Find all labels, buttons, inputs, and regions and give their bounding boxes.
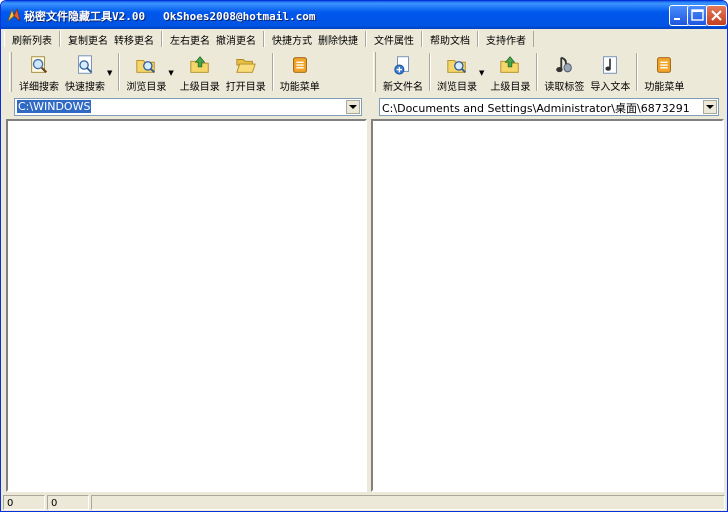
menu-group: 快捷方式 删除快捷 xyxy=(264,31,366,47)
menu-item[interactable]: 复制更名 xyxy=(65,32,111,47)
toolbar-grip[interactable] xyxy=(9,52,12,92)
parent-folder-icon xyxy=(190,56,209,73)
right-path-combo[interactable]: C:\Documents and Settings\Administrator\… xyxy=(379,98,719,116)
right-browse-dir-dropdown-icon[interactable]: ▼ xyxy=(479,69,484,77)
read-tag-label: 读取标签 xyxy=(544,82,585,93)
open-dir-button[interactable]: 打开目录 xyxy=(223,51,269,93)
detail-search-label: 详细搜索 xyxy=(19,82,59,93)
read-tag-button[interactable]: 读取标签 xyxy=(541,51,587,93)
menu-item[interactable]: 快捷方式 xyxy=(269,32,315,47)
menu-item[interactable]: 撤消更名 xyxy=(213,32,259,47)
right-path-dropdown-button[interactable] xyxy=(703,100,717,114)
right-browse-dir-button[interactable]: 浏览目录 xyxy=(434,51,480,93)
browse-folder-icon xyxy=(136,59,156,73)
left-path-dropdown-button[interactable] xyxy=(346,100,360,114)
right-path-value: C:\Documents and Settings\Administrator\… xyxy=(382,102,690,115)
parent-folder-icon xyxy=(500,56,520,73)
quick-search-dropdown-icon[interactable]: ▼ xyxy=(107,69,112,77)
menu-item[interactable]: 删除快捷 xyxy=(315,32,361,47)
import-text-button[interactable]: 导入文本 xyxy=(587,51,633,93)
detail-search-button[interactable]: 详细搜索 xyxy=(16,51,62,93)
close-icon xyxy=(711,10,722,21)
parent-dir-label: 上级目录 xyxy=(179,82,220,93)
menu-item[interactable]: 转移更名 xyxy=(111,32,157,47)
menu-group: 帮助文档 xyxy=(422,31,478,47)
browse-dir-label: 浏览目录 xyxy=(126,82,167,93)
menu-item[interactable]: 帮助文档 xyxy=(427,32,473,47)
right-toolbar: 新文件名 浏览目录 ▼ 上级目录 读取标签 导入文本 功能菜单 xyxy=(373,51,723,94)
toolbar-separator xyxy=(636,53,639,91)
menu-item[interactable]: 文件属性 xyxy=(371,32,417,47)
left-path-value: C:\WINDOWS xyxy=(17,100,92,113)
left-file-list[interactable] xyxy=(6,119,367,492)
menu-item[interactable]: 左右更名 xyxy=(167,32,213,47)
open-folder-icon xyxy=(235,59,256,73)
browse-dir-button[interactable]: 浏览目录 xyxy=(123,51,169,93)
menu-group: 刷新列表 xyxy=(4,31,60,47)
window-title: 秘密文件隐藏工具V2.00 OkShoes2008@hotmail.com xyxy=(24,10,316,23)
toolbar-separator xyxy=(536,53,539,91)
quick-search-button[interactable]: 快速搜索 xyxy=(62,51,108,93)
new-file-icon xyxy=(394,56,409,75)
browse-dir-label: 浏览目录 xyxy=(437,82,477,93)
menu-item[interactable]: 刷新列表 xyxy=(9,32,55,47)
open-dir-label: 打开目录 xyxy=(225,82,266,93)
toolbar-grip[interactable] xyxy=(373,52,376,92)
magnifier-doc-icon xyxy=(31,56,48,74)
status-left-count: 0 xyxy=(3,495,45,510)
right-func-menu-button[interactable]: 功能菜单 xyxy=(641,51,687,93)
toolbar-separator xyxy=(271,53,274,91)
browse-dir-dropdown-icon[interactable]: ▼ xyxy=(168,69,173,77)
main-window: 秘密文件隐藏工具V2.00 OkShoes2008@hotmail.com 刷新列… xyxy=(0,0,728,512)
menu-bar: 刷新列表 复制更名 转移更名 左右更名 撤消更名 快捷方式 删除快捷 文件属性 帮助文档 支持作者 xyxy=(4,30,724,48)
status-message xyxy=(91,495,725,510)
func-menu-label: 功能菜单 xyxy=(279,82,320,93)
status-right-count: 0 xyxy=(47,495,89,510)
menu-group: 左右更名 撤消更名 xyxy=(162,31,264,47)
close-button[interactable] xyxy=(706,5,727,26)
menu-box-icon xyxy=(657,57,672,73)
left-path-combo[interactable]: C:\WINDOWS xyxy=(14,98,362,116)
parent-dir-button[interactable]: 上级目录 xyxy=(177,51,223,93)
func-menu-label: 功能菜单 xyxy=(644,82,685,93)
right-parent-dir-button[interactable]: 上级目录 xyxy=(487,51,533,93)
right-file-list[interactable] xyxy=(371,119,724,492)
menu-box-icon xyxy=(292,57,307,73)
maximize-button[interactable] xyxy=(687,5,708,26)
toolbar-separator xyxy=(429,53,431,91)
func-menu-button[interactable]: 功能菜单 xyxy=(277,51,323,93)
import-text-label: 导入文本 xyxy=(590,82,631,93)
status-bar: 0 0 xyxy=(1,494,727,511)
chevron-down-icon xyxy=(706,105,714,109)
browse-folder-icon xyxy=(447,59,466,73)
maximize-icon xyxy=(691,9,704,21)
quick-search-label: 快速搜索 xyxy=(65,82,105,93)
import-doc-icon xyxy=(603,56,618,74)
menu-group: 复制更名 转移更名 xyxy=(60,31,162,47)
title-bar[interactable]: 秘密文件隐藏工具V2.00 OkShoes2008@hotmail.com xyxy=(1,1,727,29)
new-filename-button[interactable]: 新文件名 xyxy=(380,51,426,93)
left-toolbar: 详细搜索 快速搜索 ▼ 浏览目录 ▼ 上级目录 打开目录 功能菜单 xyxy=(9,51,365,94)
toolbar-separator xyxy=(118,53,121,91)
chevron-down-icon xyxy=(349,105,357,109)
menu-group: 文件属性 xyxy=(366,31,422,47)
music-note-icon xyxy=(556,56,573,73)
menu-item[interactable]: 支持作者 xyxy=(483,32,529,47)
new-filename-label: 新文件名 xyxy=(383,82,423,93)
search-doc-icon xyxy=(78,55,93,74)
menu-group: 支持作者 xyxy=(478,31,534,47)
parent-dir-label: 上级目录 xyxy=(490,82,531,93)
app-icon xyxy=(7,8,21,22)
